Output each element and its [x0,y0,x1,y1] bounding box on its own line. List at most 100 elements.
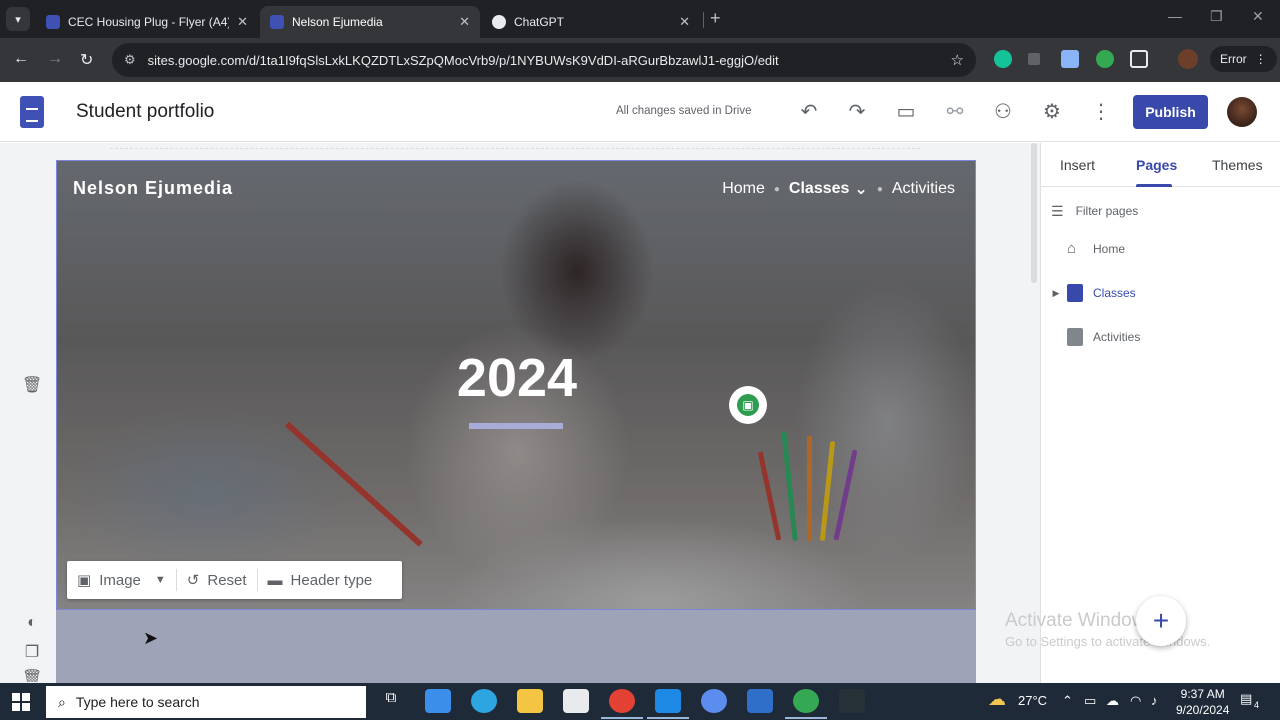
link-icon[interactable]: ⚯ [943,99,967,124]
share-add-person-icon[interactable]: ⚇ [991,99,1015,124]
palette-icon[interactable]: ◐ [22,614,42,632]
hero-title[interactable]: 2024 [57,347,975,409]
address-bar[interactable]: ⚙ sites.google.com/d/1ta1I9fqSlsLxkLKQZD… [112,43,976,77]
url-text[interactable]: sites.google.com/d/1ta1I9fqSlsLxkLKQZDTL… [148,53,951,68]
site-info-icon[interactable]: ⚙ [124,52,136,68]
bookmark-star-icon[interactable]: ☆ [951,51,964,69]
site-name[interactable]: Nelson Ejumedia [73,178,233,199]
copy-extension-icon[interactable] [1061,50,1079,68]
delete-section-icon[interactable]: 🗑 [22,375,42,395]
add-page-button[interactable]: + [1136,596,1186,646]
tab-insert[interactable]: Insert [1060,157,1095,173]
page-item-home[interactable]: ⌂ Home [1041,233,1280,265]
header-type-button[interactable]: ▬ Header type [258,572,383,589]
chevron-down-icon[interactable]: ⌄ [854,179,867,199]
image-button[interactable]: ▣ Image ▼ [67,571,176,590]
azure-app-icon[interactable] [747,689,773,713]
puzzle-icon[interactable] [1130,50,1148,68]
cloud-icon[interactable]: ☁ [1106,693,1119,709]
nav-item-home[interactable]: Home [722,180,765,198]
publish-button[interactable]: Publish [1133,95,1208,129]
assistant-bot-icon[interactable]: ▣ [729,386,767,424]
store-app-icon[interactable] [563,689,589,713]
chrome-profile-app-icon[interactable] [785,689,827,719]
redo-icon[interactable]: ↷ [845,99,869,124]
restore-icon[interactable]: ❐ [1210,8,1223,25]
weather-icon[interactable]: ☁ [988,689,1006,710]
browser-tab-strip: ▾ CEC Housing Plug - Flyer (A4) ✕ Nelson… [0,0,1280,38]
document-title[interactable]: Student portfolio [76,101,214,123]
close-icon[interactable]: ✕ [459,14,470,30]
forward-icon[interactable]: → [47,50,63,68]
header-section[interactable]: Nelson Ejumedia Home ● Classes ⌄ ● Activ… [56,160,976,610]
app-icon-dark[interactable] [839,689,865,713]
close-icon[interactable]: ✕ [237,14,248,30]
grammarly-extension-icon[interactable] [994,50,1012,68]
reset-icon: ↺ [186,572,200,589]
home-icon: ⌂ [1067,240,1077,257]
chrome-app-icon[interactable] [601,689,643,719]
undo-icon[interactable]: ↶ [797,99,821,124]
taskbar-search-box[interactable]: ⌕ Type here to search [46,686,366,718]
page-label: Activities [1093,330,1141,344]
reset-button[interactable]: ↺ Reset [177,571,257,590]
nav-item-activities[interactable]: Activities [892,180,955,198]
delete-icon[interactable]: 🗑 [22,668,42,682]
volume-icon[interactable]: ♪ [1151,693,1158,708]
back-icon[interactable]: ← [13,50,29,68]
task-view-icon[interactable]: ⧉ [378,689,404,713]
canvas-scrollbar[interactable] [1031,143,1037,283]
tab-themes[interactable]: Themes [1212,157,1263,173]
window-close-icon[interactable]: ✕ [1252,8,1264,25]
content-section[interactable] [56,610,976,683]
chatgpt-favicon-icon [492,15,506,29]
profile-avatar-small[interactable] [1178,49,1198,69]
duplicate-section-icon[interactable]: ❐ [22,642,42,662]
windows-start-icon[interactable] [12,693,30,711]
notification-count: 4 [1254,700,1260,710]
reload-icon[interactable]: ↻ [80,50,93,70]
file-explorer-icon[interactable] [517,689,543,713]
nav-item-classes[interactable]: Classes [789,180,850,198]
wifi-icon[interactable]: ◠ [1130,693,1141,709]
search-placeholder: Type here to search [75,694,200,710]
page-item-classes[interactable]: ▶ Classes [1041,277,1280,309]
tab-divider [703,12,704,28]
header-type-label: Header type [290,571,373,589]
activate-windows-watermark: Activate Windows [1005,610,1155,631]
edge-app-icon[interactable] [471,689,497,713]
temperature-text[interactable]: 27°C [1018,693,1047,708]
more-options-icon[interactable]: ⋮ [1089,99,1113,124]
app-icon[interactable] [701,689,727,713]
sites-logo-icon[interactable] [20,96,44,128]
new-tab-icon[interactable]: + [710,8,721,29]
more-vert-icon[interactable]: ⋮ [1255,52,1267,66]
page-item-activities[interactable]: Activities [1041,321,1280,353]
extension-icon[interactable] [1028,53,1040,65]
tab-pages[interactable]: Pages [1136,157,1177,173]
save-status: All changes saved in Drive [616,105,752,117]
account-avatar[interactable] [1227,97,1257,127]
tab-chatgpt[interactable]: ChatGPT ✕ [482,6,700,38]
tab-cec-housing[interactable]: CEC Housing Plug - Flyer (A4) ✕ [36,6,258,38]
tab-nelson-ejumedia[interactable]: Nelson Ejumedia ✕ [260,6,480,38]
tab-title: Nelson Ejumedia [292,15,383,29]
chevron-up-icon[interactable]: ⌃ [1062,693,1073,709]
mail-app-icon[interactable] [425,689,451,713]
filter-placeholder: Filter pages [1075,204,1139,218]
sites-header: Student portfolio All changes saved in D… [0,82,1280,142]
site-navigation: Home ● Classes ⌄ ● Activities [722,179,955,199]
expand-arrow-icon[interactable]: ▶ [1049,288,1063,299]
vscode-app-icon[interactable] [647,689,689,719]
filter-pages-input[interactable]: ☰ Filter pages [1051,197,1280,225]
battery-icon[interactable]: ▭ [1084,693,1096,709]
bot-extension-icon[interactable] [1096,50,1114,68]
settings-gear-icon[interactable]: ⚙ [1040,99,1064,124]
taskbar-clock[interactable]: 9:37 AM 9/20/2024 [1176,686,1229,718]
notification-center-icon[interactable]: ▤ [1240,691,1252,707]
preview-devices-icon[interactable]: ▭ [894,99,918,124]
minimize-icon[interactable]: — [1168,8,1182,24]
profile-error-button[interactable]: Error ⋮ [1210,46,1277,72]
close-icon[interactable]: ✕ [679,14,690,30]
tab-search-button[interactable]: ▾ [6,7,30,31]
